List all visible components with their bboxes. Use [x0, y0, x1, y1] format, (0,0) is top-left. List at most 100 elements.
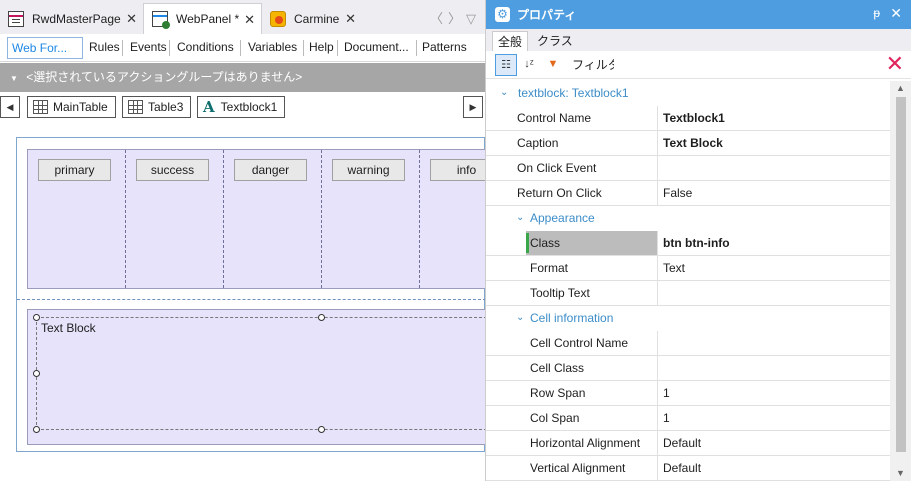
property-value[interactable]: 1 [657, 406, 890, 430]
property-value[interactable] [657, 331, 890, 355]
design-canvas[interactable]: primary success danger warning info Text… [0, 122, 487, 481]
close-icon[interactable]: ✕ [244, 12, 255, 28]
property-grid: ⌄ textblock: Textblock1 Control Name Tex… [486, 81, 890, 481]
chevron-down-icon[interactable]: ⌄ [500, 81, 508, 105]
success-button[interactable]: success [136, 159, 209, 181]
property-row[interactable]: Col Span 1 [486, 406, 890, 431]
vertical-scrollbar[interactable]: ▲ ▼ [890, 81, 911, 481]
breadcrumb-item-maintable[interactable]: MainTable [27, 96, 116, 118]
tab-class[interactable]: クラス [532, 31, 578, 51]
tab-web-panel[interactable]: WebPanel * ✕ [143, 3, 262, 34]
danger-button[interactable]: danger [234, 159, 307, 181]
breadcrumb-back-button[interactable]: ◀ [0, 96, 20, 118]
property-value[interactable]: Default [657, 456, 890, 480]
resize-handle[interactable] [318, 426, 325, 433]
breadcrumb-forward-button[interactable]: ▶ [463, 96, 483, 118]
pin-icon[interactable]: ᵽ [873, 6, 880, 20]
breadcrumb-label: Table3 [148, 100, 184, 114]
resize-handle[interactable] [33, 370, 40, 377]
filter-icon[interactable]: ▼ [542, 54, 564, 76]
category-label: Cell information [530, 311, 614, 325]
property-value[interactable] [657, 356, 890, 380]
property-value[interactable]: Text [657, 256, 890, 280]
property-name: Cell Control Name [530, 336, 629, 350]
property-name: Vertical Alignment [530, 461, 626, 475]
property-row[interactable]: Caption Text Block [486, 131, 890, 156]
property-row[interactable]: Return On Click False [486, 181, 890, 206]
property-value[interactable]: Default [657, 431, 890, 455]
tab-carmine[interactable]: Carmine ✕ [262, 3, 362, 34]
property-row[interactable]: Cell Class [486, 356, 890, 381]
textblock-icon: A [203, 98, 215, 116]
resize-handle[interactable] [33, 314, 40, 321]
property-value[interactable]: Text Block [657, 131, 890, 155]
property-name: Return On Click [517, 186, 602, 200]
property-value[interactable] [657, 281, 890, 305]
scroll-down-icon[interactable]: ▼ [896, 468, 905, 478]
property-value[interactable] [657, 156, 890, 180]
textblock-caption: Text Block [41, 321, 96, 335]
scrollbar-thumb[interactable] [896, 97, 906, 452]
breadcrumb-item-textblock1[interactable]: A Textblock1 [197, 96, 286, 118]
chevron-down-icon[interactable]: ⌄ [516, 206, 524, 230]
property-row[interactable]: Row Span 1 [486, 381, 890, 406]
resize-handle[interactable] [318, 314, 325, 321]
filter-input[interactable] [614, 54, 886, 76]
textblock-selection[interactable]: Text Block [36, 317, 487, 430]
action-group-bar[interactable]: ▼ <選択されているアクショングループはありません> [0, 63, 485, 92]
tab-label: WebPanel * [176, 12, 240, 26]
property-row[interactable]: Control Name Textblock1 [486, 106, 890, 131]
main-table[interactable]: primary success danger warning info Text… [16, 137, 487, 452]
primary-button[interactable]: primary [38, 159, 111, 181]
tab-documentation[interactable]: Document... [340, 37, 413, 59]
tab-help[interactable]: Help [305, 37, 338, 59]
sort-az-icon[interactable]: ↓ᶻ [518, 54, 540, 76]
tab-conditions[interactable]: Conditions [173, 37, 238, 59]
document-tab-bar: RwdMasterPage ✕ WebPanel * ✕ Carmine ✕ 〈… [0, 0, 485, 34]
properties-toolbar: ☷ ↓ᶻ ▼ フィルタ ✕ [486, 51, 911, 79]
table-cell[interactable]: warning [322, 150, 420, 288]
tab-events[interactable]: Events [126, 37, 171, 59]
clear-filter-icon[interactable]: ✕ [886, 51, 904, 77]
property-value[interactable]: btn btn-info [657, 231, 890, 255]
properties-tab-bar: 全般 クラス [486, 29, 911, 51]
button-row[interactable]: primary success danger warning info [27, 149, 487, 289]
table-cell[interactable]: primary [28, 150, 126, 288]
tab-scroll-arrows[interactable]: 〈〉▽ [430, 8, 481, 27]
info-button[interactable]: info [430, 159, 487, 181]
property-row[interactable]: On Click Event [486, 156, 890, 181]
property-row[interactable]: Class btn btn-info [486, 231, 890, 256]
close-icon[interactable]: ✕ [890, 5, 902, 22]
category-label: Appearance [530, 211, 595, 225]
breadcrumb-item-table3[interactable]: Table3 [122, 96, 192, 118]
close-icon[interactable]: ✕ [345, 11, 356, 27]
property-value[interactable]: 1 [657, 381, 890, 405]
tab-rules[interactable]: Rules [85, 37, 124, 59]
property-row[interactable]: Vertical Alignment Default [486, 456, 890, 481]
scroll-up-icon[interactable]: ▲ [896, 83, 905, 93]
property-value[interactable]: Textblock1 [657, 106, 890, 130]
resize-handle[interactable] [33, 426, 40, 433]
tab-rwd-master-page[interactable]: RwdMasterPage ✕ [0, 3, 143, 34]
table-cell[interactable]: success [126, 150, 224, 288]
chevron-down-icon[interactable]: ⌄ [516, 306, 524, 330]
property-row[interactable]: Cell Control Name [486, 331, 890, 356]
property-row[interactable]: Tooltip Text [486, 281, 890, 306]
categorized-view-icon[interactable]: ☷ [495, 54, 517, 76]
object-header-label: textblock: Textblock1 [518, 86, 629, 100]
table-cell[interactable]: info [420, 150, 487, 288]
tab-patterns[interactable]: Patterns [418, 37, 471, 59]
property-value[interactable]: False [657, 181, 890, 205]
tab-variables[interactable]: Variables [244, 37, 301, 59]
property-row[interactable]: Horizontal Alignment Default [486, 431, 890, 456]
master-page-icon [8, 10, 24, 27]
tab-web-form[interactable]: Web For... [7, 37, 83, 59]
warning-button[interactable]: warning [332, 159, 405, 181]
textblock-cell[interactable]: Text Block [27, 309, 487, 445]
table-icon [33, 100, 48, 114]
table-cell[interactable]: danger [224, 150, 322, 288]
tab-separator [169, 40, 170, 56]
close-icon[interactable]: ✕ [126, 11, 137, 27]
tab-general[interactable]: 全般 [492, 31, 529, 51]
property-row[interactable]: Format Text [486, 256, 890, 281]
